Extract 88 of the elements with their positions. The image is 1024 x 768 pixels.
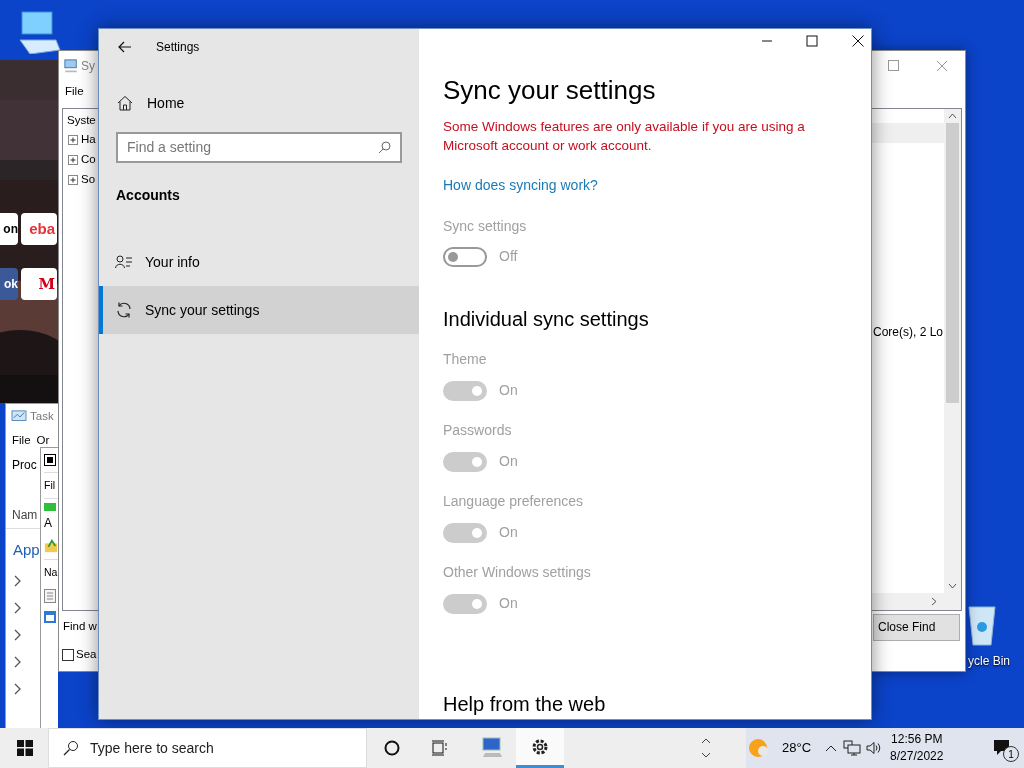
close-icon[interactable] xyxy=(851,34,865,47)
menu-item[interactable]: Fil xyxy=(44,477,56,494)
speaker-icon[interactable] xyxy=(866,741,883,755)
person-list-icon xyxy=(115,255,133,269)
search-box[interactable]: Find a setting xyxy=(116,132,402,163)
desktop-icon-label: ycle Bin xyxy=(968,653,1011,670)
monitor-icon xyxy=(11,410,27,424)
menu-item[interactable]: File xyxy=(65,83,84,101)
detail-text: Core(s), 2 Lo xyxy=(872,324,944,341)
back-arrow-icon[interactable] xyxy=(118,41,131,53)
toggle-state: On xyxy=(499,452,518,471)
menu-item[interactable]: Or xyxy=(36,432,50,450)
nav-item[interactable]: Your info xyxy=(99,238,419,286)
home-icon xyxy=(117,95,133,111)
nav-item[interactable]: Sync your settings xyxy=(99,286,419,334)
home-link[interactable]: Home xyxy=(99,88,419,118)
expand-icon[interactable] xyxy=(68,155,78,165)
warning-text: Some Windows features are only available if you are using a Microsoft account or work account. xyxy=(443,118,806,155)
clock[interactable]: 12:56 PM 8/27/2022 xyxy=(890,731,944,765)
close-find-button[interactable]: Close Find xyxy=(873,613,960,641)
site-tile[interactable]: M xyxy=(21,268,57,300)
section-heading: Individual sync settings xyxy=(443,307,650,332)
menu-item[interactable]: File xyxy=(12,432,31,450)
maximize-icon[interactable] xyxy=(806,34,818,47)
window-title: Task xyxy=(30,409,54,425)
scroll-down-icon[interactable] xyxy=(948,583,957,589)
setting-label: Language preferences xyxy=(443,492,585,511)
notification-icon[interactable] xyxy=(993,739,1011,757)
site-tile[interactable]: ok xyxy=(0,268,18,300)
toggle-state: On xyxy=(499,594,518,613)
computer-icon xyxy=(64,59,78,73)
chevron-icon[interactable] xyxy=(14,654,22,669)
setting-label: Passwords xyxy=(443,421,513,440)
section-heading: Accounts xyxy=(115,186,181,205)
horizontal-scrollbar[interactable] xyxy=(872,593,961,610)
tree-item[interactable]: So xyxy=(81,171,96,189)
column-header[interactable]: Nam xyxy=(12,508,38,522)
temperature[interactable]: 28°C xyxy=(782,738,812,758)
site-tile[interactable]: on xyxy=(0,213,18,245)
tab[interactable]: Proc xyxy=(12,456,37,474)
setting-label: Theme xyxy=(443,350,488,369)
expand-icon[interactable] xyxy=(68,135,78,145)
site-tile[interactable]: eba xyxy=(21,213,57,245)
toggle-state: On xyxy=(499,523,518,542)
checkbox[interactable] xyxy=(62,649,74,661)
connector-icon xyxy=(44,503,56,511)
expand-icon[interactable] xyxy=(68,175,78,185)
network-icon[interactable] xyxy=(843,740,862,756)
circle-icon[interactable] xyxy=(384,740,400,756)
help-link[interactable]: How does syncing work? xyxy=(443,175,851,196)
scroll-down-icon[interactable] xyxy=(701,752,711,758)
scroll-up-icon[interactable] xyxy=(948,113,957,119)
folder-arrow-icon xyxy=(44,538,58,554)
chevron-icon[interactable] xyxy=(14,681,22,696)
toggle-state: On xyxy=(499,381,518,400)
column-header[interactable]: Na xyxy=(44,564,58,581)
notification-count: 1 xyxy=(1003,746,1019,762)
chevron-icon[interactable] xyxy=(14,600,22,615)
chevron-icon[interactable] xyxy=(14,627,22,642)
tree-item[interactable]: Ha xyxy=(81,131,96,149)
chevron-up-icon[interactable] xyxy=(825,744,838,752)
taskbar-app[interactable] xyxy=(516,728,564,768)
tree-item[interactable]: Syste xyxy=(67,110,98,130)
group-heading: App xyxy=(13,541,40,558)
toggle-state: Off xyxy=(499,247,518,266)
search-input[interactable]: Type here to search xyxy=(90,737,366,759)
windows-logo-icon[interactable] xyxy=(17,740,33,756)
vertical-scrollbar[interactable] xyxy=(944,109,961,593)
computer-icon xyxy=(481,735,503,758)
window-title: Settings xyxy=(156,39,200,56)
setting-label: Sync settings xyxy=(443,217,528,236)
computer-icon[interactable] xyxy=(16,10,62,54)
chevron-icon[interactable] xyxy=(14,573,22,588)
tree-item[interactable]: Co xyxy=(81,151,96,169)
search-input[interactable]: Find a setting xyxy=(127,137,378,158)
checkbox-label: Sea xyxy=(76,647,97,663)
scroll-right-icon[interactable] xyxy=(931,597,937,606)
page-title: Sync your settings xyxy=(443,74,657,107)
list-item[interactable]: A xyxy=(44,514,52,532)
setting-label: Other Windows settings xyxy=(443,563,592,582)
task-view-icon[interactable] xyxy=(431,740,449,756)
search-icon xyxy=(378,141,391,154)
scroll-up-icon[interactable] xyxy=(701,738,711,744)
find-label: Find w xyxy=(63,619,97,635)
sync-icon xyxy=(115,301,133,319)
search-icon xyxy=(63,740,79,756)
section-heading: Help from the web xyxy=(443,692,607,717)
window-title: Sy xyxy=(81,58,95,75)
